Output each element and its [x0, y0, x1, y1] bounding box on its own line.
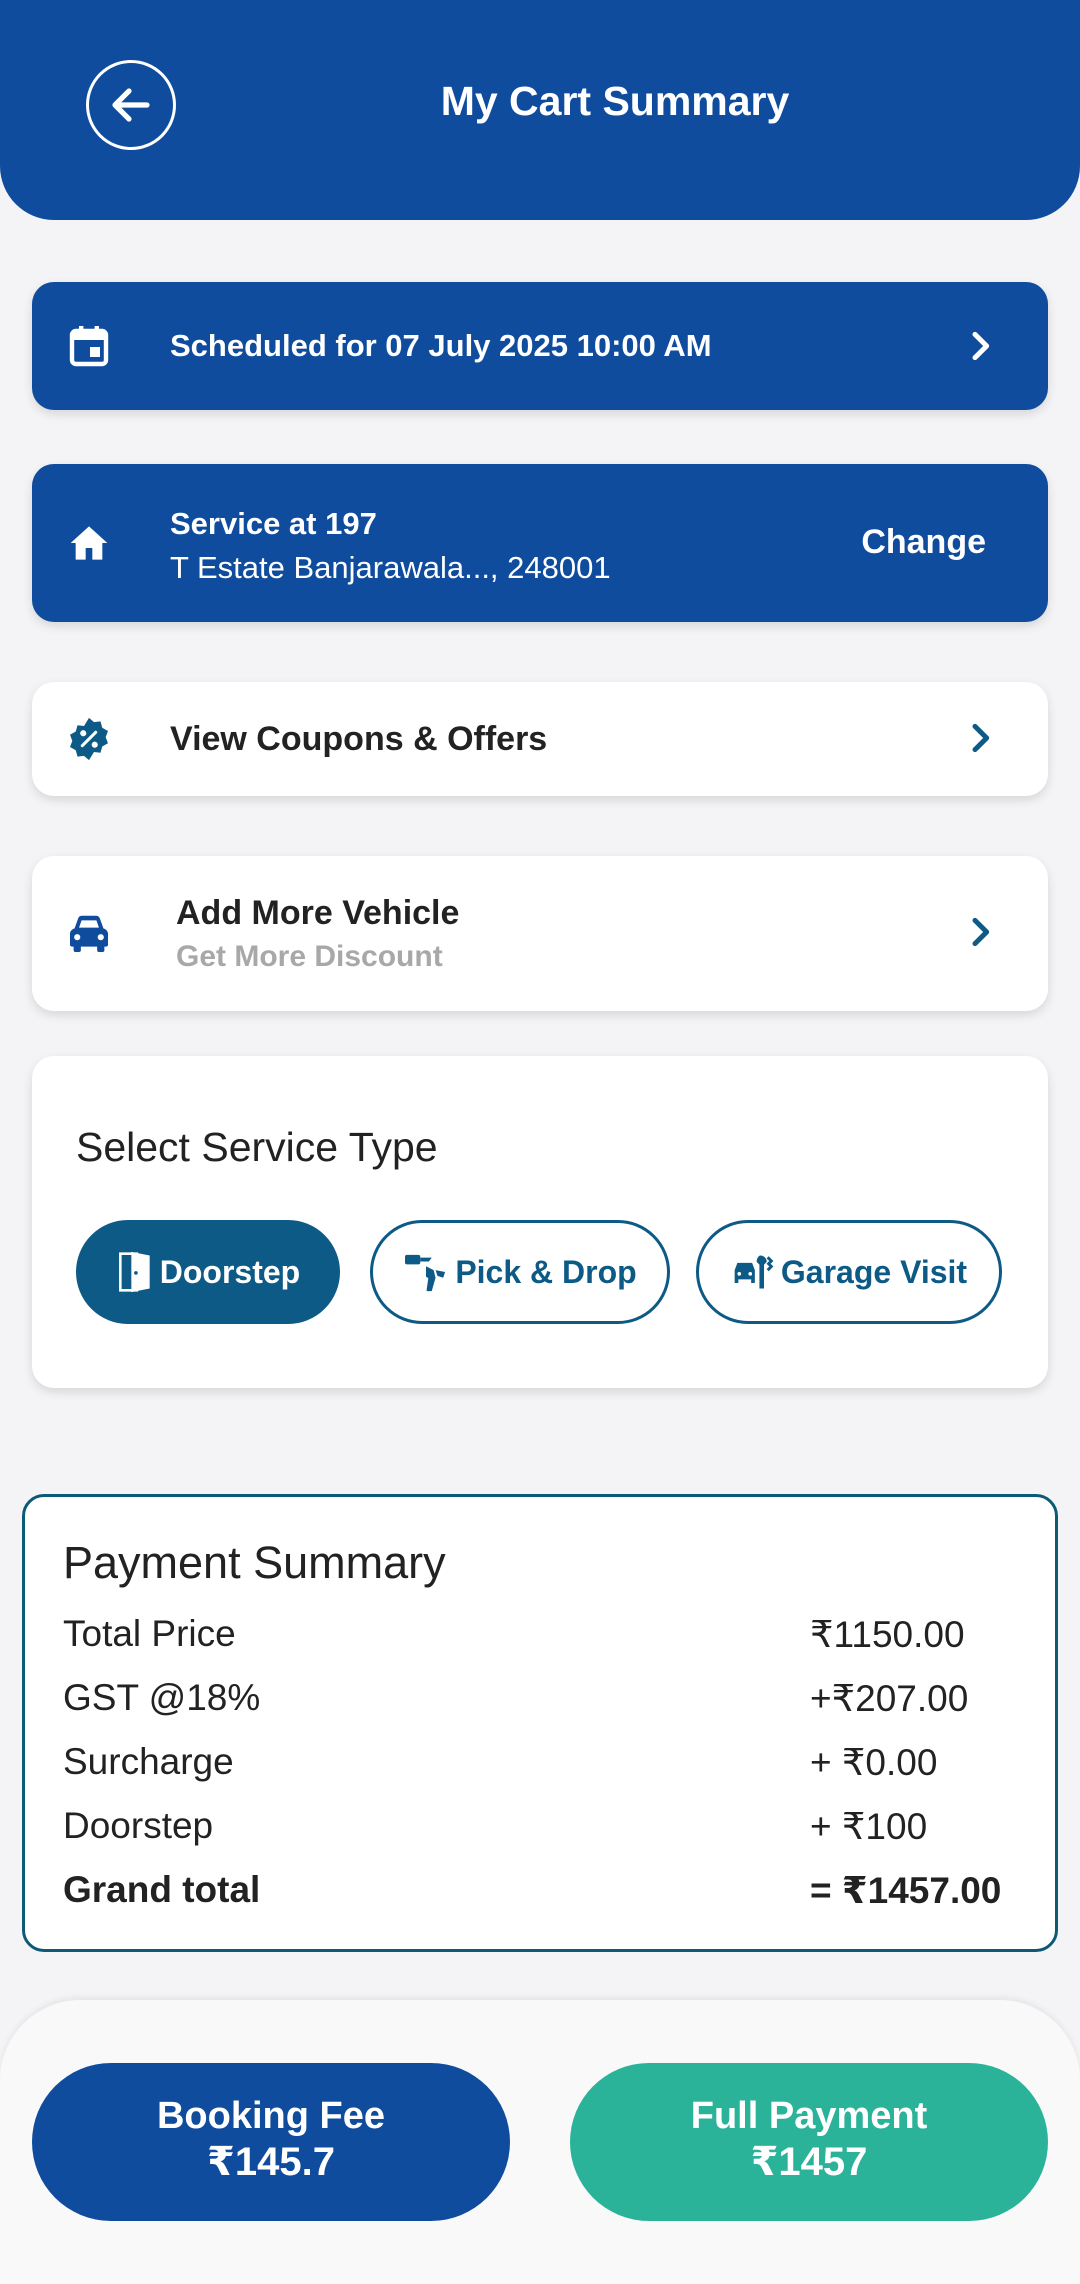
chevron-right-icon — [972, 331, 990, 361]
service-address-card: Service at 197 T Estate Banjarawala..., … — [32, 464, 1048, 622]
payment-summary-title: Payment Summary — [63, 1537, 446, 1588]
full-payment-label: Full Payment — [690, 2095, 928, 2137]
add-vehicle-subtitle: Get More Discount — [176, 940, 443, 973]
summary-value: = ₹1457.00 — [810, 1870, 1002, 1911]
service-option-doorstep[interactable]: Doorstep — [76, 1220, 340, 1324]
booking-fee-label: Booking Fee — [156, 2095, 386, 2137]
coupons-card[interactable]: View Coupons & Offers — [32, 682, 1048, 796]
schedule-text: Scheduled for 07 July 2025 10:00 AM — [170, 328, 712, 363]
summary-label: GST @18% — [63, 1677, 261, 1718]
address-line-1: Service at 197 — [170, 506, 377, 541]
add-vehicle-card[interactable]: Add More Vehicle Get More Discount — [32, 856, 1048, 1011]
home-icon — [66, 520, 112, 566]
calendar-icon — [66, 323, 112, 369]
booking-fee-button[interactable]: Booking Fee ₹145.7 — [32, 2063, 510, 2221]
summary-label: Surcharge — [63, 1741, 234, 1782]
full-payment-button[interactable]: Full Payment ₹1457 — [570, 2063, 1048, 2221]
service-option-garage-visit[interactable]: Garage Visit — [696, 1220, 1002, 1324]
add-vehicle-title: Add More Vehicle — [176, 894, 460, 932]
summary-label: Total Price — [63, 1613, 236, 1654]
app-header: My Cart Summary — [0, 0, 1080, 220]
payment-summary-card: Payment Summary Total Price ₹1150.00 GST… — [22, 1494, 1058, 1952]
discount-badge-icon — [66, 716, 112, 762]
service-option-label: Pick & Drop — [455, 1253, 637, 1290]
door-icon — [118, 1251, 150, 1293]
full-payment-amount: ₹1457 — [750, 2140, 868, 2184]
service-type-card: Select Service Type Doorstep Pick & Drop… — [32, 1056, 1048, 1388]
car-icon — [66, 910, 112, 956]
booking-fee-amount: ₹145.7 — [207, 2140, 335, 2184]
car-tools-icon — [734, 1255, 774, 1289]
change-address-button[interactable]: Change — [861, 523, 986, 562]
chevron-right-icon — [972, 723, 990, 753]
service-type-title: Select Service Type — [76, 1124, 438, 1170]
summary-value: +₹207.00 — [810, 1678, 969, 1719]
service-option-label: Garage Visit — [780, 1253, 968, 1290]
schedule-card[interactable]: Scheduled for 07 July 2025 10:00 AM — [32, 282, 1048, 410]
page-title: My Cart Summary — [440, 78, 790, 124]
chevron-right-icon — [972, 917, 990, 947]
summary-value: + ₹100 — [810, 1806, 928, 1847]
payment-action-bar: Booking Fee ₹145.7 Full Payment ₹1457 — [0, 2000, 1080, 2284]
service-option-label: Doorstep — [159, 1253, 301, 1290]
service-option-pick-drop[interactable]: Pick & Drop — [370, 1220, 670, 1324]
summary-value: ₹1150.00 — [810, 1614, 965, 1655]
address-line-2: T Estate Banjarawala..., 248001 — [170, 550, 611, 585]
summary-value: + ₹0.00 — [810, 1742, 938, 1783]
summary-label: Grand total — [63, 1869, 261, 1910]
key-hand-icon — [405, 1254, 446, 1292]
summary-label: Doorstep — [63, 1805, 214, 1846]
coupons-label: View Coupons & Offers — [170, 720, 548, 758]
